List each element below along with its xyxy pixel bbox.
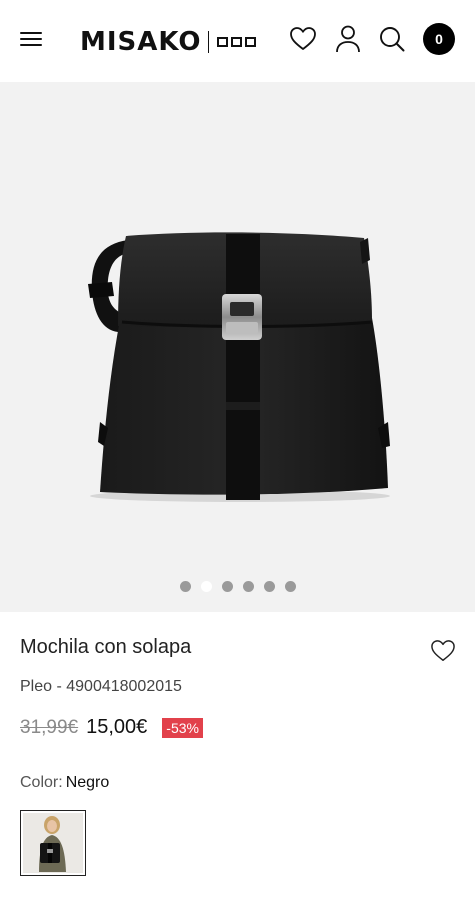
- cart-button[interactable]: 0: [423, 23, 455, 55]
- account-button[interactable]: [332, 22, 364, 56]
- logo-separator: [208, 31, 210, 53]
- carousel-dot[interactable]: [242, 581, 254, 592]
- carousel-dots: [0, 581, 475, 593]
- cart-count: 0: [435, 31, 443, 47]
- heart-icon: [431, 640, 455, 661]
- model-thumbnail-image: [23, 813, 82, 872]
- heart-icon: [290, 27, 316, 50]
- color-value: Negro: [65, 774, 110, 791]
- wishlist-button[interactable]: [287, 22, 319, 56]
- brand-logo[interactable]: MISAKO: [80, 26, 257, 58]
- menu-icon-line: [20, 38, 42, 40]
- discount-badge: -53%: [162, 717, 203, 738]
- add-to-wishlist-button[interactable]: [427, 636, 459, 666]
- color-swatch-negro[interactable]: [20, 810, 86, 876]
- product-gallery[interactable]: [0, 82, 475, 612]
- product-title: Mochila con solapa: [20, 636, 192, 658]
- menu-icon-line: [20, 32, 42, 34]
- swatch-thumbnail: [23, 813, 83, 873]
- color-selection: Color: Negro: [20, 774, 109, 792]
- logo-boxes-icon: [217, 37, 257, 47]
- product-image: [88, 232, 390, 502]
- sale-price: 15,00€: [86, 716, 148, 738]
- original-price: 31,99€: [20, 716, 79, 738]
- carousel-dot[interactable]: [284, 581, 296, 592]
- menu-icon-line: [20, 44, 42, 46]
- menu-button[interactable]: [18, 28, 46, 50]
- user-icon: [336, 25, 360, 53]
- color-label: Color:: [20, 774, 63, 791]
- brand-logo-text: MISAKO: [80, 27, 202, 57]
- carousel-dot[interactable]: [221, 581, 233, 592]
- price-row: 31,99€ 15,00€ -53%: [20, 716, 203, 739]
- site-header: MISAKO 0: [0, 0, 475, 82]
- carousel-dot[interactable]: [263, 581, 275, 592]
- carousel-dot-active[interactable]: [200, 581, 212, 592]
- product-reference: Pleo - 4900418002015: [20, 678, 182, 695]
- search-icon: [380, 27, 405, 52]
- carousel-dot[interactable]: [179, 581, 191, 592]
- search-button[interactable]: [376, 22, 408, 56]
